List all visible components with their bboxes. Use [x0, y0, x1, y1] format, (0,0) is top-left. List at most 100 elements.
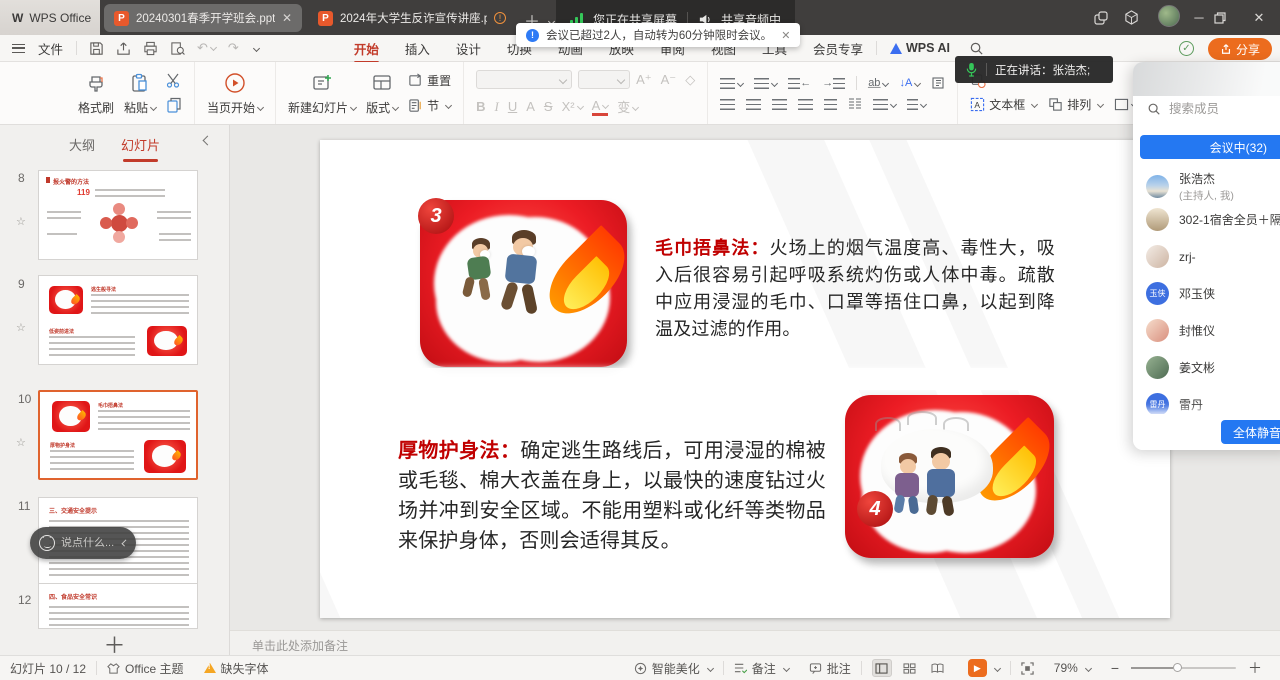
export-icon[interactable]: [116, 41, 131, 56]
save-icon[interactable]: [89, 41, 104, 56]
doc-tab-inactive[interactable]: P 2024年大学生反诈宣传讲座.pptx !: [308, 4, 516, 32]
method3-textbox[interactable]: 毛巾捂鼻法：火场上的烟气温度高、毒性大，吸入后很容易引起呼吸系统灼伤或人体中毒。…: [655, 235, 1055, 343]
smart-beautify-button[interactable]: 智能美化: [624, 660, 723, 677]
illustration-card-4[interactable]: 4: [845, 395, 1054, 558]
font-color-button[interactable]: A: [592, 98, 609, 116]
restore-button[interactable]: [1214, 12, 1244, 24]
tab-outline[interactable]: 大纲: [69, 135, 95, 154]
wps-home-tab[interactable]: W WPS Office: [0, 0, 100, 35]
toolbar-more-icon[interactable]: [253, 44, 260, 51]
slide-thumbnail-8[interactable]: 报火警的方法 119: [38, 170, 198, 260]
zoom-in-button[interactable]: ＋: [1238, 658, 1280, 678]
paragraph-mark-icon[interactable]: [931, 76, 945, 90]
member-search[interactable]: [1147, 102, 1265, 116]
print-preview-icon[interactable]: [170, 41, 185, 56]
align-left-icon[interactable]: [720, 99, 735, 110]
search-icon[interactable]: [969, 41, 984, 56]
zoom-slider-handle[interactable]: [1173, 663, 1182, 672]
normal-view-button[interactable]: [872, 659, 892, 677]
doc-tab-active[interactable]: P 20240301春季开学班会.pptx ✕: [104, 4, 302, 32]
member-row[interactable]: 雷丹 雷丹: [1146, 393, 1280, 416]
notes-bar[interactable]: 单击此处添加备注: [230, 630, 1280, 655]
tab-slides[interactable]: 幻灯片: [121, 135, 160, 154]
distribute-icon[interactable]: [824, 99, 837, 110]
paste-button[interactable]: 粘贴: [124, 71, 156, 116]
print-icon[interactable]: [143, 41, 158, 56]
numbering-button[interactable]: [754, 78, 777, 89]
text-direction-button[interactable]: ↓A: [899, 77, 920, 89]
star-icon[interactable]: ☆: [16, 215, 26, 228]
bullets-button[interactable]: [720, 78, 743, 89]
increase-indent-icon[interactable]: →: [822, 77, 845, 89]
theme-button[interactable]: Office 主题: [97, 660, 193, 677]
italic-button[interactable]: I: [494, 99, 498, 115]
emoji-icon[interactable]: [39, 535, 55, 551]
play-slideshow-button[interactable]: ▶: [958, 659, 1010, 677]
menu-hamburger-icon[interactable]: [12, 44, 25, 53]
zoom-slider[interactable]: [1131, 667, 1236, 669]
missing-font-warning[interactable]: 缺失字体: [194, 660, 279, 677]
section-button[interactable]: 节: [408, 97, 451, 114]
collapse-chat-icon[interactable]: [121, 539, 128, 546]
member-row[interactable]: 张浩杰 (主持人, 我): [1146, 170, 1280, 203]
slide-10-canvas[interactable]: 3 毛巾捂鼻法：火场上的烟气温度高、毒性大，吸入后很容易引起呼吸系统灼伤或人体中…: [320, 140, 1170, 618]
components-cube-icon[interactable]: [1124, 10, 1154, 25]
member-search-input[interactable]: [1169, 102, 1265, 116]
wps-ai-button[interactable]: WPS AI: [877, 41, 963, 55]
format-painter-button[interactable]: 格式刷: [78, 71, 114, 116]
align-justify-icon[interactable]: [798, 99, 813, 110]
layout-button[interactable]: 版式: [366, 71, 398, 116]
dismiss-toast-icon[interactable]: ✕: [781, 29, 790, 42]
member-row[interactable]: 玉侠 邓玉侠: [1146, 282, 1280, 305]
share-button[interactable]: 分享: [1208, 38, 1272, 60]
member-row[interactable]: 封惟仪: [1146, 319, 1280, 342]
decrease-indent-icon[interactable]: ←: [788, 77, 811, 89]
textbox-button[interactable]: A文本框: [970, 96, 1037, 113]
star-icon[interactable]: ☆: [16, 321, 26, 334]
underline-button[interactable]: U: [508, 99, 517, 114]
arrange-button[interactable]: 排列: [1048, 96, 1103, 113]
meeting-limit-toast[interactable]: ! 会议已超过2人，自动转为60分钟限时会议。 ✕: [516, 23, 800, 47]
redo-icon[interactable]: ↷: [228, 40, 239, 56]
fit-slide-button[interactable]: [1011, 662, 1044, 675]
member-row[interactable]: 姜文彬: [1146, 356, 1280, 379]
reading-view-button[interactable]: [928, 659, 948, 677]
user-avatar[interactable]: [1154, 5, 1184, 30]
zoom-out-button[interactable]: −: [1101, 660, 1129, 676]
close-button[interactable]: ✕: [1244, 10, 1274, 26]
paragraph-settings-icon[interactable]: [907, 99, 926, 110]
undo-icon[interactable]: ↶: [197, 40, 216, 56]
slide-sorter-view-button[interactable]: [900, 659, 920, 677]
highlight-button[interactable]: 变: [617, 97, 638, 116]
menu-file[interactable]: 文件: [25, 39, 76, 58]
star-icon[interactable]: ☆: [16, 436, 26, 449]
clear-format-icon[interactable]: ◇: [685, 72, 695, 88]
meeting-status-button[interactable]: 会议中(32): [1140, 135, 1280, 159]
notes-button[interactable]: 备注: [724, 660, 799, 677]
menu-tab-member[interactable]: 会员专享: [800, 39, 876, 58]
illustration-card-3[interactable]: 3: [420, 200, 627, 367]
method4-textbox[interactable]: 厚物护身法：确定逃生路线后，可用浸湿的棉被或毛毯、棉大衣盖在身上，以最快的速度钻…: [398, 436, 826, 556]
superscript-button[interactable]: X²: [562, 99, 583, 114]
cut-button[interactable]: [166, 73, 182, 89]
font-size-select[interactable]: [578, 70, 630, 89]
align-center-icon[interactable]: [746, 99, 761, 110]
slide-thumbnail-12[interactable]: 四、食品安全常识: [38, 583, 198, 629]
copy-button[interactable]: [166, 97, 182, 113]
align-right-icon[interactable]: [772, 99, 787, 110]
meeting-chat-pill[interactable]: [30, 527, 136, 559]
menu-tab-design[interactable]: 设计: [443, 39, 494, 58]
char-spacing-button[interactable]: a̲b̲: [868, 77, 888, 89]
zoom-level[interactable]: 79%: [1044, 661, 1101, 675]
line-spacing-icon[interactable]: [873, 99, 896, 110]
play-from-current-button[interactable]: 当页开始: [207, 71, 263, 116]
slide-thumbnail-9[interactable]: 逃生般寻法 低姿前进法: [38, 275, 198, 365]
comments-button[interactable]: 批注: [799, 660, 861, 677]
member-row[interactable]: zrj-: [1146, 245, 1280, 268]
new-slide-button[interactable]: 新建幻灯片: [288, 71, 356, 116]
increase-font-icon[interactable]: A⁺: [636, 72, 652, 88]
slide-thumbnail-10-selected[interactable]: 毛巾捂鼻法 厚物护身法: [38, 390, 198, 480]
close-tab-icon[interactable]: ✕: [282, 11, 292, 25]
char-border-button[interactable]: A: [526, 99, 535, 114]
strikethrough-button[interactable]: S: [544, 99, 553, 114]
